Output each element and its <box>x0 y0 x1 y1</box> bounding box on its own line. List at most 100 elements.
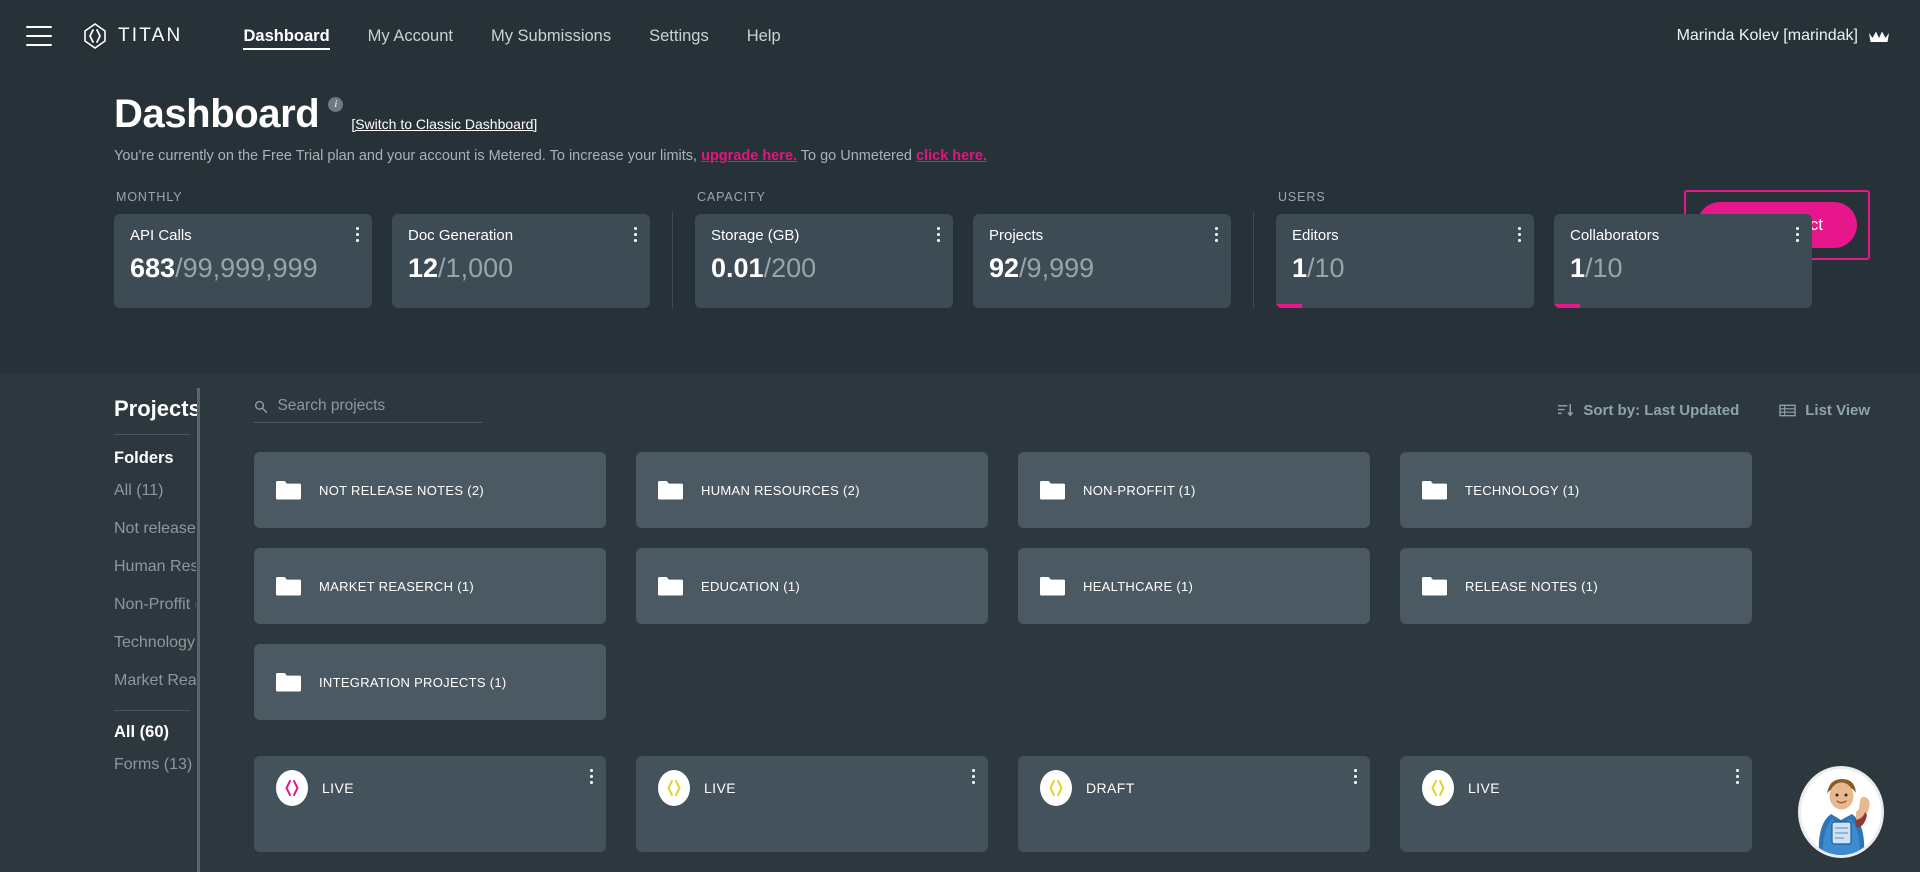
titan-project-icon <box>1049 780 1063 796</box>
project-card[interactable]: LIVE <box>636 756 988 852</box>
brand-logo[interactable]: TITAN <box>82 23 182 49</box>
project-card-options-icon[interactable] <box>590 769 593 784</box>
folder-card[interactable]: NON-PROFFIT (1) <box>1018 452 1370 528</box>
search-input[interactable] <box>277 397 482 415</box>
sidebar-divider-bottom <box>114 710 190 711</box>
folder-label: INTEGRATION PROJECTS (1) <box>319 674 507 690</box>
stat-card-options-icon[interactable] <box>356 227 359 242</box>
stat-current-value: 0.01 <box>711 253 764 283</box>
sidebar-folder-all[interactable]: All (11) <box>114 472 196 510</box>
info-icon[interactable]: i <box>328 97 344 112</box>
folder-card[interactable]: EDUCATION (1) <box>636 548 988 624</box>
brand-name: TITAN <box>118 25 183 46</box>
sidebar-type-forms[interactable]: Forms (13) <box>114 746 196 784</box>
folder-card[interactable]: NOT RELEASE NOTES (2) <box>254 452 606 528</box>
folder-card[interactable]: MARKET REASERCH (1) <box>254 548 606 624</box>
folder-icon <box>1422 577 1447 596</box>
project-card[interactable]: LIVE <box>254 756 606 852</box>
project-card-options-icon[interactable] <box>1736 769 1739 784</box>
search-icon <box>255 400 268 413</box>
stat-progress-bar <box>1554 304 1580 308</box>
stat-group-label-capacity: CAPACITY <box>697 190 766 204</box>
folder-card[interactable]: TECHNOLOGY (1) <box>1400 452 1752 528</box>
stat-max-value: /9,999 <box>1019 253 1095 283</box>
stat-title: Doc Generation <box>408 227 514 244</box>
stat-card-options-icon[interactable] <box>937 227 940 242</box>
nav-item-my-submissions[interactable]: My Submissions <box>472 0 630 72</box>
stat-card-projects[interactable]: Projects 92/9,999 <box>973 214 1231 308</box>
list-view-label: List View <box>1805 401 1870 419</box>
project-card-options-icon[interactable] <box>1354 769 1357 784</box>
stat-group-label-monthly: MONTHLY <box>116 190 183 204</box>
folder-icon <box>1040 577 1065 596</box>
stat-card-editors[interactable]: Editors 1/10 <box>1276 214 1534 308</box>
project-card-options-icon[interactable] <box>972 769 975 784</box>
project-card[interactable]: DRAFT <box>1018 756 1370 852</box>
folder-card[interactable]: RELEASE NOTES (1) <box>1400 548 1752 624</box>
stat-max-value: /10 <box>1307 253 1345 283</box>
stat-card-options-icon[interactable] <box>1518 227 1521 242</box>
sort-by-button[interactable]: Sort by: Last Updated <box>1557 402 1739 419</box>
sidebar-folder-technology[interactable]: Technology (1) <box>114 624 196 662</box>
title-row: Dashboard i [Switch to Classic Dashboard… <box>114 94 1890 134</box>
project-type-badge <box>276 770 308 806</box>
user-name-label: Marinda Kolev [marindak] <box>1676 27 1858 44</box>
support-agent-avatar-icon <box>1802 769 1880 855</box>
folder-card[interactable]: INTEGRATION PROJECTS (1) <box>254 644 606 720</box>
folder-card[interactable]: HEALTHCARE (1) <box>1018 548 1370 624</box>
nav-item-help[interactable]: Help <box>728 0 800 72</box>
stat-current-value: 1 <box>1292 253 1308 283</box>
switch-to-classic-dashboard-link[interactable]: [Switch to Classic Dashboard] <box>351 116 537 132</box>
stat-title: Collaborators <box>1570 227 1660 244</box>
sidebar-all-heading[interactable]: All (60) <box>114 723 196 742</box>
nav-item-dashboard[interactable]: Dashboard <box>224 0 348 72</box>
support-chat-button[interactable] <box>1798 766 1884 858</box>
sidebar-folder-human-resources[interactable]: Human Resour... <box>114 548 196 586</box>
sidebar-folder-non-proffit[interactable]: Non-Proffit (1) <box>114 586 196 624</box>
stat-title: Storage (GB) <box>711 227 800 244</box>
stat-group-capacity: CAPACITY Storage (GB) 0.01/200 Projects … <box>695 190 1231 308</box>
titan-logo-icon <box>84 23 106 49</box>
stat-card-api-calls[interactable]: API Calls 683/99,999,999 <box>114 214 372 308</box>
project-card[interactable]: LIVE <box>1400 756 1752 852</box>
list-view-button[interactable]: List View <box>1779 402 1870 419</box>
toolbar-right-actions: Sort by: Last Updated List View <box>1557 402 1870 419</box>
nav-item-settings[interactable]: Settings <box>630 0 728 72</box>
stat-card-options-icon[interactable] <box>1215 227 1218 242</box>
folder-icon <box>658 577 683 596</box>
search-projects-field[interactable] <box>254 397 482 423</box>
folder-icon <box>1040 481 1065 500</box>
upgrade-here-link[interactable]: upgrade here. <box>701 148 797 164</box>
projects-content: Sort by: Last Updated List View NOT RELE… <box>196 374 1920 872</box>
hamburger-menu-icon[interactable] <box>26 26 52 46</box>
nav-item-my-account[interactable]: My Account <box>349 0 472 72</box>
list-view-icon <box>1779 404 1796 416</box>
sidebar-folder-not-release-notes[interactable]: Not release not... <box>114 510 196 548</box>
sort-by-label: Sort by: Last Updated <box>1583 401 1740 419</box>
sidebar-folders-heading: Folders <box>114 449 174 467</box>
stat-card-collaborators[interactable]: Collaborators 1/10 <box>1554 214 1812 308</box>
stat-group-users: USERS Editors 1/10 Collaborators 1/10 <box>1276 190 1812 308</box>
user-account-menu[interactable]: Marinda Kolev [marindak] <box>1677 27 1890 45</box>
stat-current-value: 683 <box>130 253 176 283</box>
stat-card-storage[interactable]: Storage (GB) 0.01/200 <box>695 214 953 308</box>
stat-group-divider <box>672 212 673 308</box>
stat-title: Editors <box>1292 227 1339 244</box>
stat-card-doc-generation[interactable]: Doc Generation 12/1,000 <box>392 214 650 308</box>
sidebar-folder-market-reaserch[interactable]: Market Reaser... <box>114 662 196 700</box>
stat-card-options-icon[interactable] <box>634 227 637 242</box>
stat-card-options-icon[interactable] <box>1796 227 1799 242</box>
stat-group-divider <box>1253 212 1254 308</box>
plan-status-part2: To go Unmetered <box>800 148 912 164</box>
folder-label: HEALTHCARE (1) <box>1083 578 1194 594</box>
stat-group-label-users: USERS <box>1278 190 1326 204</box>
folder-card[interactable]: HUMAN RESOURCES (2) <box>636 452 988 528</box>
click-here-link[interactable]: click here. <box>916 148 987 164</box>
stat-max-value: /10 <box>1585 253 1623 283</box>
main-nav-links: Dashboard My Account My Submissions Sett… <box>224 0 799 72</box>
project-type-badge <box>1040 770 1072 806</box>
stat-max-value: /99,999,999 <box>175 253 318 283</box>
stat-group-monthly: MONTHLY API Calls 683/99,999,999 Doc Gen… <box>114 190 650 308</box>
project-card-grid: LIVE LIVE DRAFT LIVE <box>254 756 1870 852</box>
folder-icon <box>1422 481 1447 500</box>
